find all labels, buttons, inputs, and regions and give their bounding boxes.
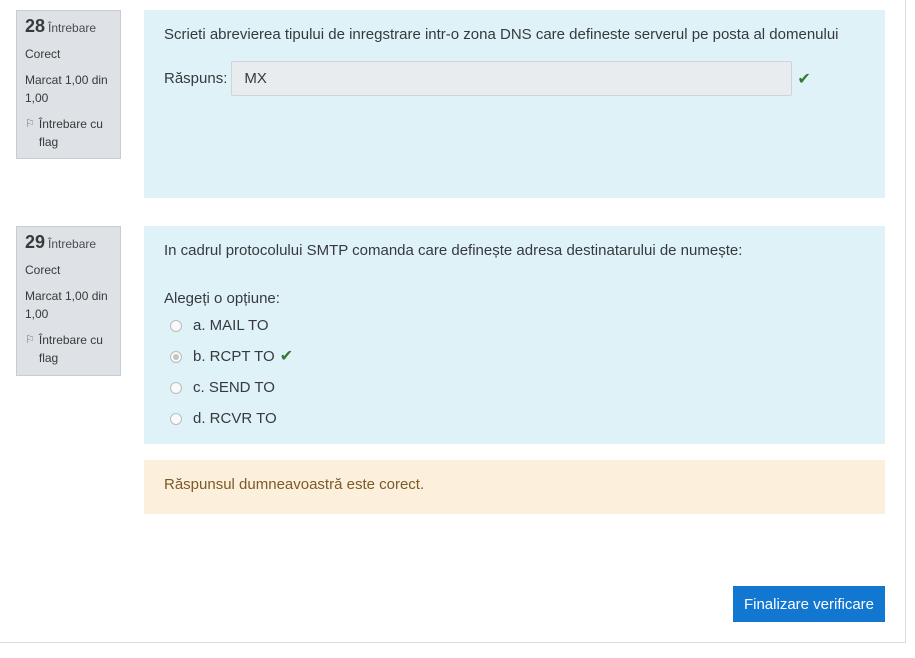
- flag-icon: ⚐: [25, 118, 35, 130]
- option-label: a. MAIL TO: [193, 317, 269, 334]
- option-b[interactable]: b. RCPT TO ✔: [164, 348, 865, 366]
- finish-review-button[interactable]: Finalizare verificare: [733, 586, 885, 622]
- question-content-29: In cadrul protocolului SMTP comanda care…: [144, 226, 885, 444]
- question-status: Corect: [25, 263, 61, 277]
- divider: [0, 642, 905, 643]
- check-icon: ✔: [279, 348, 294, 365]
- question-mark: Marcat 1,00 din 1,00: [25, 73, 108, 105]
- radio-option-c[interactable]: [170, 382, 182, 394]
- option-label: b. RCPT TO: [193, 348, 275, 365]
- option-label: c. SEND TO: [193, 379, 275, 396]
- question-number: 29: [25, 232, 46, 252]
- flag-question-link[interactable]: ⚐ Întrebare cu flag: [25, 331, 112, 367]
- option-a[interactable]: a. MAIL TO: [164, 317, 865, 335]
- flag-icon: ⚐: [25, 334, 35, 346]
- radio-option-a[interactable]: [170, 320, 182, 332]
- question-content-28: Scrieti abrevierea tipului de inregstrar…: [144, 10, 885, 198]
- radio-option-b[interactable]: [170, 351, 182, 363]
- radio-option-d[interactable]: [170, 413, 182, 425]
- question-mark: Marcat 1,00 din 1,00: [25, 289, 108, 321]
- check-icon: ✔: [797, 70, 811, 88]
- question-info-29: 29 Întrebare Corect Marcat 1,00 din 1,00 …: [16, 226, 121, 376]
- question-info-28: 28 Întrebare Corect Marcat 1,00 din 1,00 …: [16, 10, 121, 159]
- option-d[interactable]: d. RCVR TO: [164, 410, 865, 428]
- question-word: Întrebare: [48, 237, 97, 251]
- question-status: Corect: [25, 47, 61, 61]
- flag-label: Întrebare cu flag: [38, 333, 103, 365]
- option-label: d. RCVR TO: [193, 410, 277, 427]
- flag-label: Întrebare cu flag: [38, 117, 103, 149]
- feedback-box: Răspunsul dumneavoastră este corect.: [144, 460, 885, 514]
- question-text: In cadrul protocolului SMTP comanda care…: [164, 242, 743, 259]
- flag-question-link[interactable]: ⚐ Întrebare cu flag: [25, 115, 112, 151]
- choice-prompt: Alegeți o opțiune:: [164, 290, 280, 307]
- answer-row: Răspuns: MX ✔: [164, 61, 865, 96]
- question-text: Scrieti abrevierea tipului de inregstrar…: [164, 26, 839, 43]
- question-number-line: 28 Întrebare: [25, 17, 112, 37]
- option-c[interactable]: c. SEND TO: [164, 379, 865, 397]
- question-number: 28: [25, 16, 46, 36]
- page-edge: [905, 0, 906, 643]
- question-word: Întrebare: [48, 21, 97, 35]
- answer-input[interactable]: MX: [231, 61, 793, 96]
- answer-label: Răspuns:: [164, 70, 228, 87]
- question-number-line: 29 Întrebare: [25, 233, 112, 253]
